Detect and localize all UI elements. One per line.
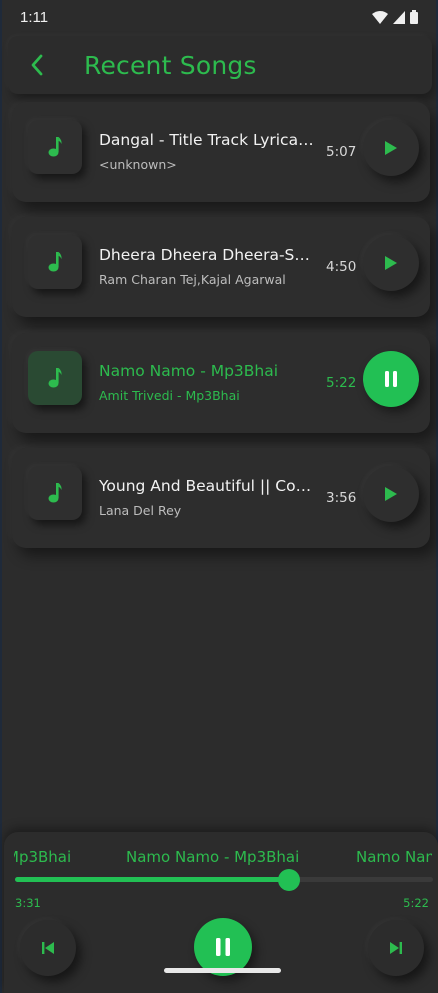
song-title: Young And Beautiful || Cover — [99, 477, 314, 495]
battery-icon — [410, 10, 418, 24]
next-button[interactable] — [368, 920, 424, 976]
song-artist: <unknown> — [99, 157, 177, 172]
play-icon — [385, 487, 397, 501]
page-title: Recent Songs — [84, 50, 257, 80]
status-icons — [372, 10, 418, 24]
pause-icon — [216, 938, 230, 956]
song-duration: 5:07 — [326, 144, 357, 160]
song-item[interactable]: Dangal - Title Track Lyrical | Dangal <u… — [12, 102, 430, 202]
song-artist: Ram Charan Tej,Kajal Agarwal — [99, 272, 286, 287]
music-note-icon — [48, 252, 62, 272]
play-button[interactable] — [363, 466, 419, 522]
marquee-text-main: Namo Namo - Mp3Bhai — [126, 848, 300, 866]
music-note-icon — [48, 483, 62, 503]
song-item[interactable]: Dheera Dheera Dheera-SongsMp3 Ram Charan… — [12, 217, 430, 317]
song-title: Dangal - Title Track Lyrical | Dangal — [99, 131, 314, 149]
song-title: Dheera Dheera Dheera-SongsMp3 — [99, 246, 314, 264]
seek-bar-thumb[interactable] — [277, 869, 300, 891]
now-playing-marquee: Mp3Bhai Namo Namo - Mp3Bhai Namo Namo - … — [14, 848, 432, 870]
song-artist: Amit Trivedi - Mp3Bhai — [99, 388, 240, 403]
skip-previous-icon — [42, 942, 54, 954]
status-bar: 1:11 — [2, 0, 436, 34]
song-duration: 3:56 — [326, 490, 357, 506]
previous-button[interactable] — [20, 920, 76, 976]
total-time: 5:22 — [403, 896, 429, 910]
skip-next-icon — [390, 942, 402, 954]
signal-icon — [393, 10, 405, 24]
wifi-icon — [372, 10, 388, 24]
song-artist: Lana Del Rey — [99, 503, 182, 518]
status-time: 1:11 — [20, 8, 49, 26]
screen: 1:11 Recent Songs Dangal - Title Track L… — [0, 0, 438, 993]
song-duration: 4:50 — [326, 259, 357, 275]
play-button[interactable] — [363, 235, 419, 291]
song-thumbnail — [28, 235, 82, 289]
seek-bar-progress — [15, 877, 289, 882]
song-duration: 5:22 — [326, 375, 357, 391]
app-header: Recent Songs — [8, 36, 432, 94]
song-thumbnail — [28, 466, 82, 520]
music-note-icon — [48, 137, 62, 157]
marquee-text-right: Namo Namo - Mp3Bhai — [356, 848, 432, 866]
song-item[interactable]: Young And Beautiful || Cover Lana Del Re… — [12, 448, 430, 548]
pause-button[interactable] — [363, 351, 419, 407]
seek-bar[interactable] — [15, 869, 433, 891]
song-thumbnail — [28, 120, 82, 174]
song-title: Namo Namo - Mp3Bhai — [99, 362, 279, 380]
marquee-text-left: Mp3Bhai — [14, 848, 72, 866]
pause-icon — [385, 371, 397, 387]
home-indicator[interactable] — [164, 968, 281, 973]
music-note-icon — [48, 368, 62, 388]
back-button[interactable] — [12, 40, 62, 90]
play-button[interactable] — [363, 120, 419, 176]
current-time: 3:31 — [15, 896, 41, 910]
play-icon — [385, 141, 397, 155]
play-icon — [385, 256, 397, 270]
song-item-playing[interactable]: Namo Namo - Mp3Bhai Amit Trivedi - Mp3Bh… — [12, 333, 430, 433]
chevron-left-icon — [31, 54, 43, 76]
song-thumbnail — [28, 351, 82, 405]
